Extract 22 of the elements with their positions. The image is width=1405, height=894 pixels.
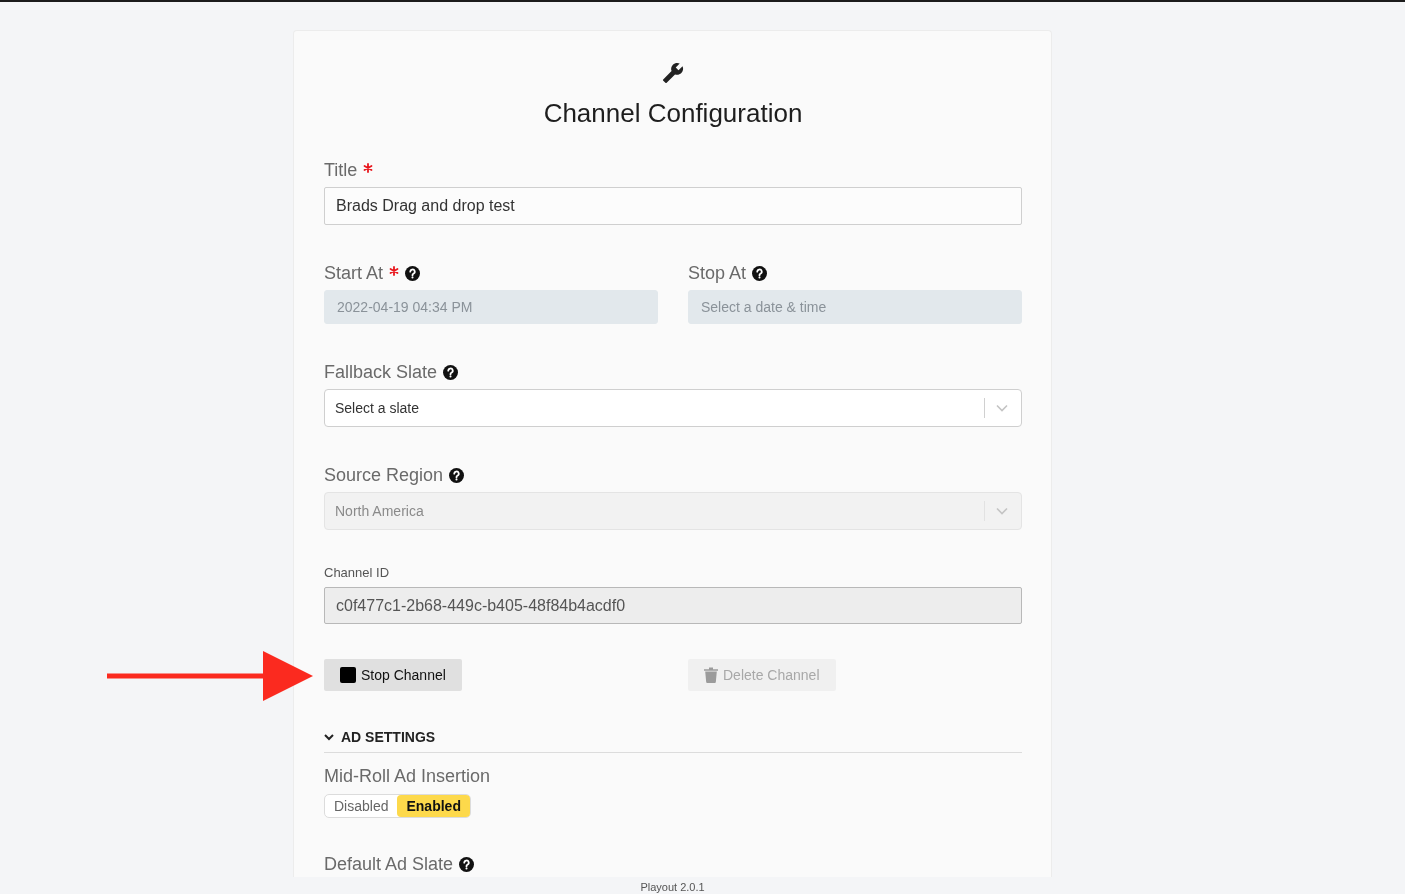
field-label: Title	[324, 159, 358, 182]
section-toggle[interactable]: AD SETTINGS	[324, 728, 1022, 753]
toggle-option[interactable]: Enabled	[397, 795, 470, 817]
help-icon[interactable]	[459, 856, 475, 872]
field-label: Mid-Roll Ad Insertion	[324, 765, 491, 788]
toggle-option[interactable]: Disabled	[325, 795, 398, 817]
text-input[interactable]: Brads Drag and drop test	[324, 187, 1022, 225]
field-label: Fallback Slate	[324, 361, 438, 384]
stop-square-icon	[340, 667, 356, 683]
page-title: Channel Configuration	[542, 97, 804, 129]
field-label: Source Region	[324, 464, 444, 487]
trash-icon	[704, 667, 718, 683]
help-icon[interactable]	[443, 364, 459, 380]
select-field[interactable]: Select a slate	[324, 389, 1022, 427]
wrench-icon	[662, 62, 684, 84]
readonly-field[interactable]: c0f477c1-2b68-449c-b405-48f84b4acdf0	[324, 587, 1022, 624]
stop-button[interactable]: Stop Channel	[324, 659, 462, 691]
field-label: Channel ID	[324, 565, 390, 581]
version-label: Playout 2.0.1	[640, 880, 705, 894]
field-label: Start At	[324, 262, 384, 285]
field-label: Stop At	[688, 262, 747, 285]
field-label: Default Ad Slate	[324, 853, 454, 876]
